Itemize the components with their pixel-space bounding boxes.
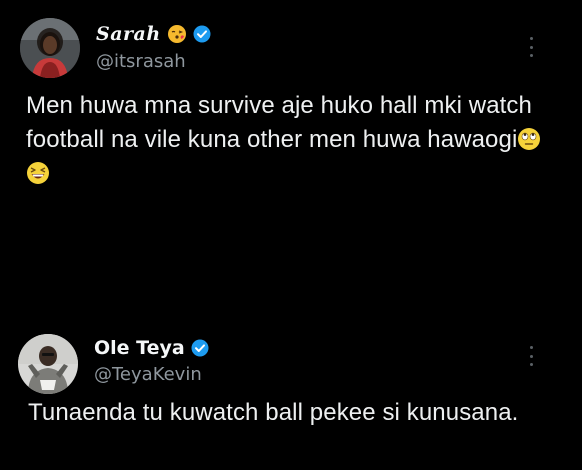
tweet-text: Men huwa mna survive aje huko hall mki w… bbox=[26, 89, 562, 191]
avatar-photo bbox=[18, 334, 78, 394]
avatar-photo bbox=[20, 18, 80, 78]
tweet-text: Tunaenda tu kuwatch ball pekee si kunusa… bbox=[28, 396, 562, 430]
verified-badge-icon bbox=[191, 339, 209, 357]
verified-badge-icon bbox=[193, 25, 211, 43]
tweet-text-content: Tunaenda tu kuwatch ball pekee si kunusa… bbox=[28, 399, 519, 426]
more-options-icon[interactable] bbox=[527, 37, 535, 57]
handle[interactable]: @TeyaKevin bbox=[94, 364, 202, 385]
tweet-text-content: Men huwa mna survive aje huko hall mki w… bbox=[26, 92, 532, 153]
handle[interactable]: @itsrasah bbox=[96, 51, 186, 72]
author-row: Ole Teya bbox=[94, 337, 209, 359]
face-blowing-kiss-emoji bbox=[167, 25, 186, 43]
grinning-squinting-face-emoji bbox=[27, 162, 49, 184]
display-name[interactable]: Ole Teya bbox=[94, 337, 185, 359]
display-name[interactable]: Sarah bbox=[96, 23, 161, 45]
author-row: Sarah bbox=[96, 23, 211, 45]
avatar-sarah[interactable] bbox=[20, 18, 80, 78]
tweet-sarah[interactable]: Sarah @itsrasah Men huwa mna survive aje… bbox=[0, 0, 582, 300]
more-options-icon[interactable] bbox=[527, 346, 535, 366]
face-with-rolling-eyes-emoji bbox=[518, 128, 541, 150]
tweet-ole-teya[interactable]: Ole Teya @TeyaKevin Tunaenda tu kuwatch … bbox=[0, 318, 582, 470]
avatar-ole-teya[interactable] bbox=[18, 334, 78, 394]
